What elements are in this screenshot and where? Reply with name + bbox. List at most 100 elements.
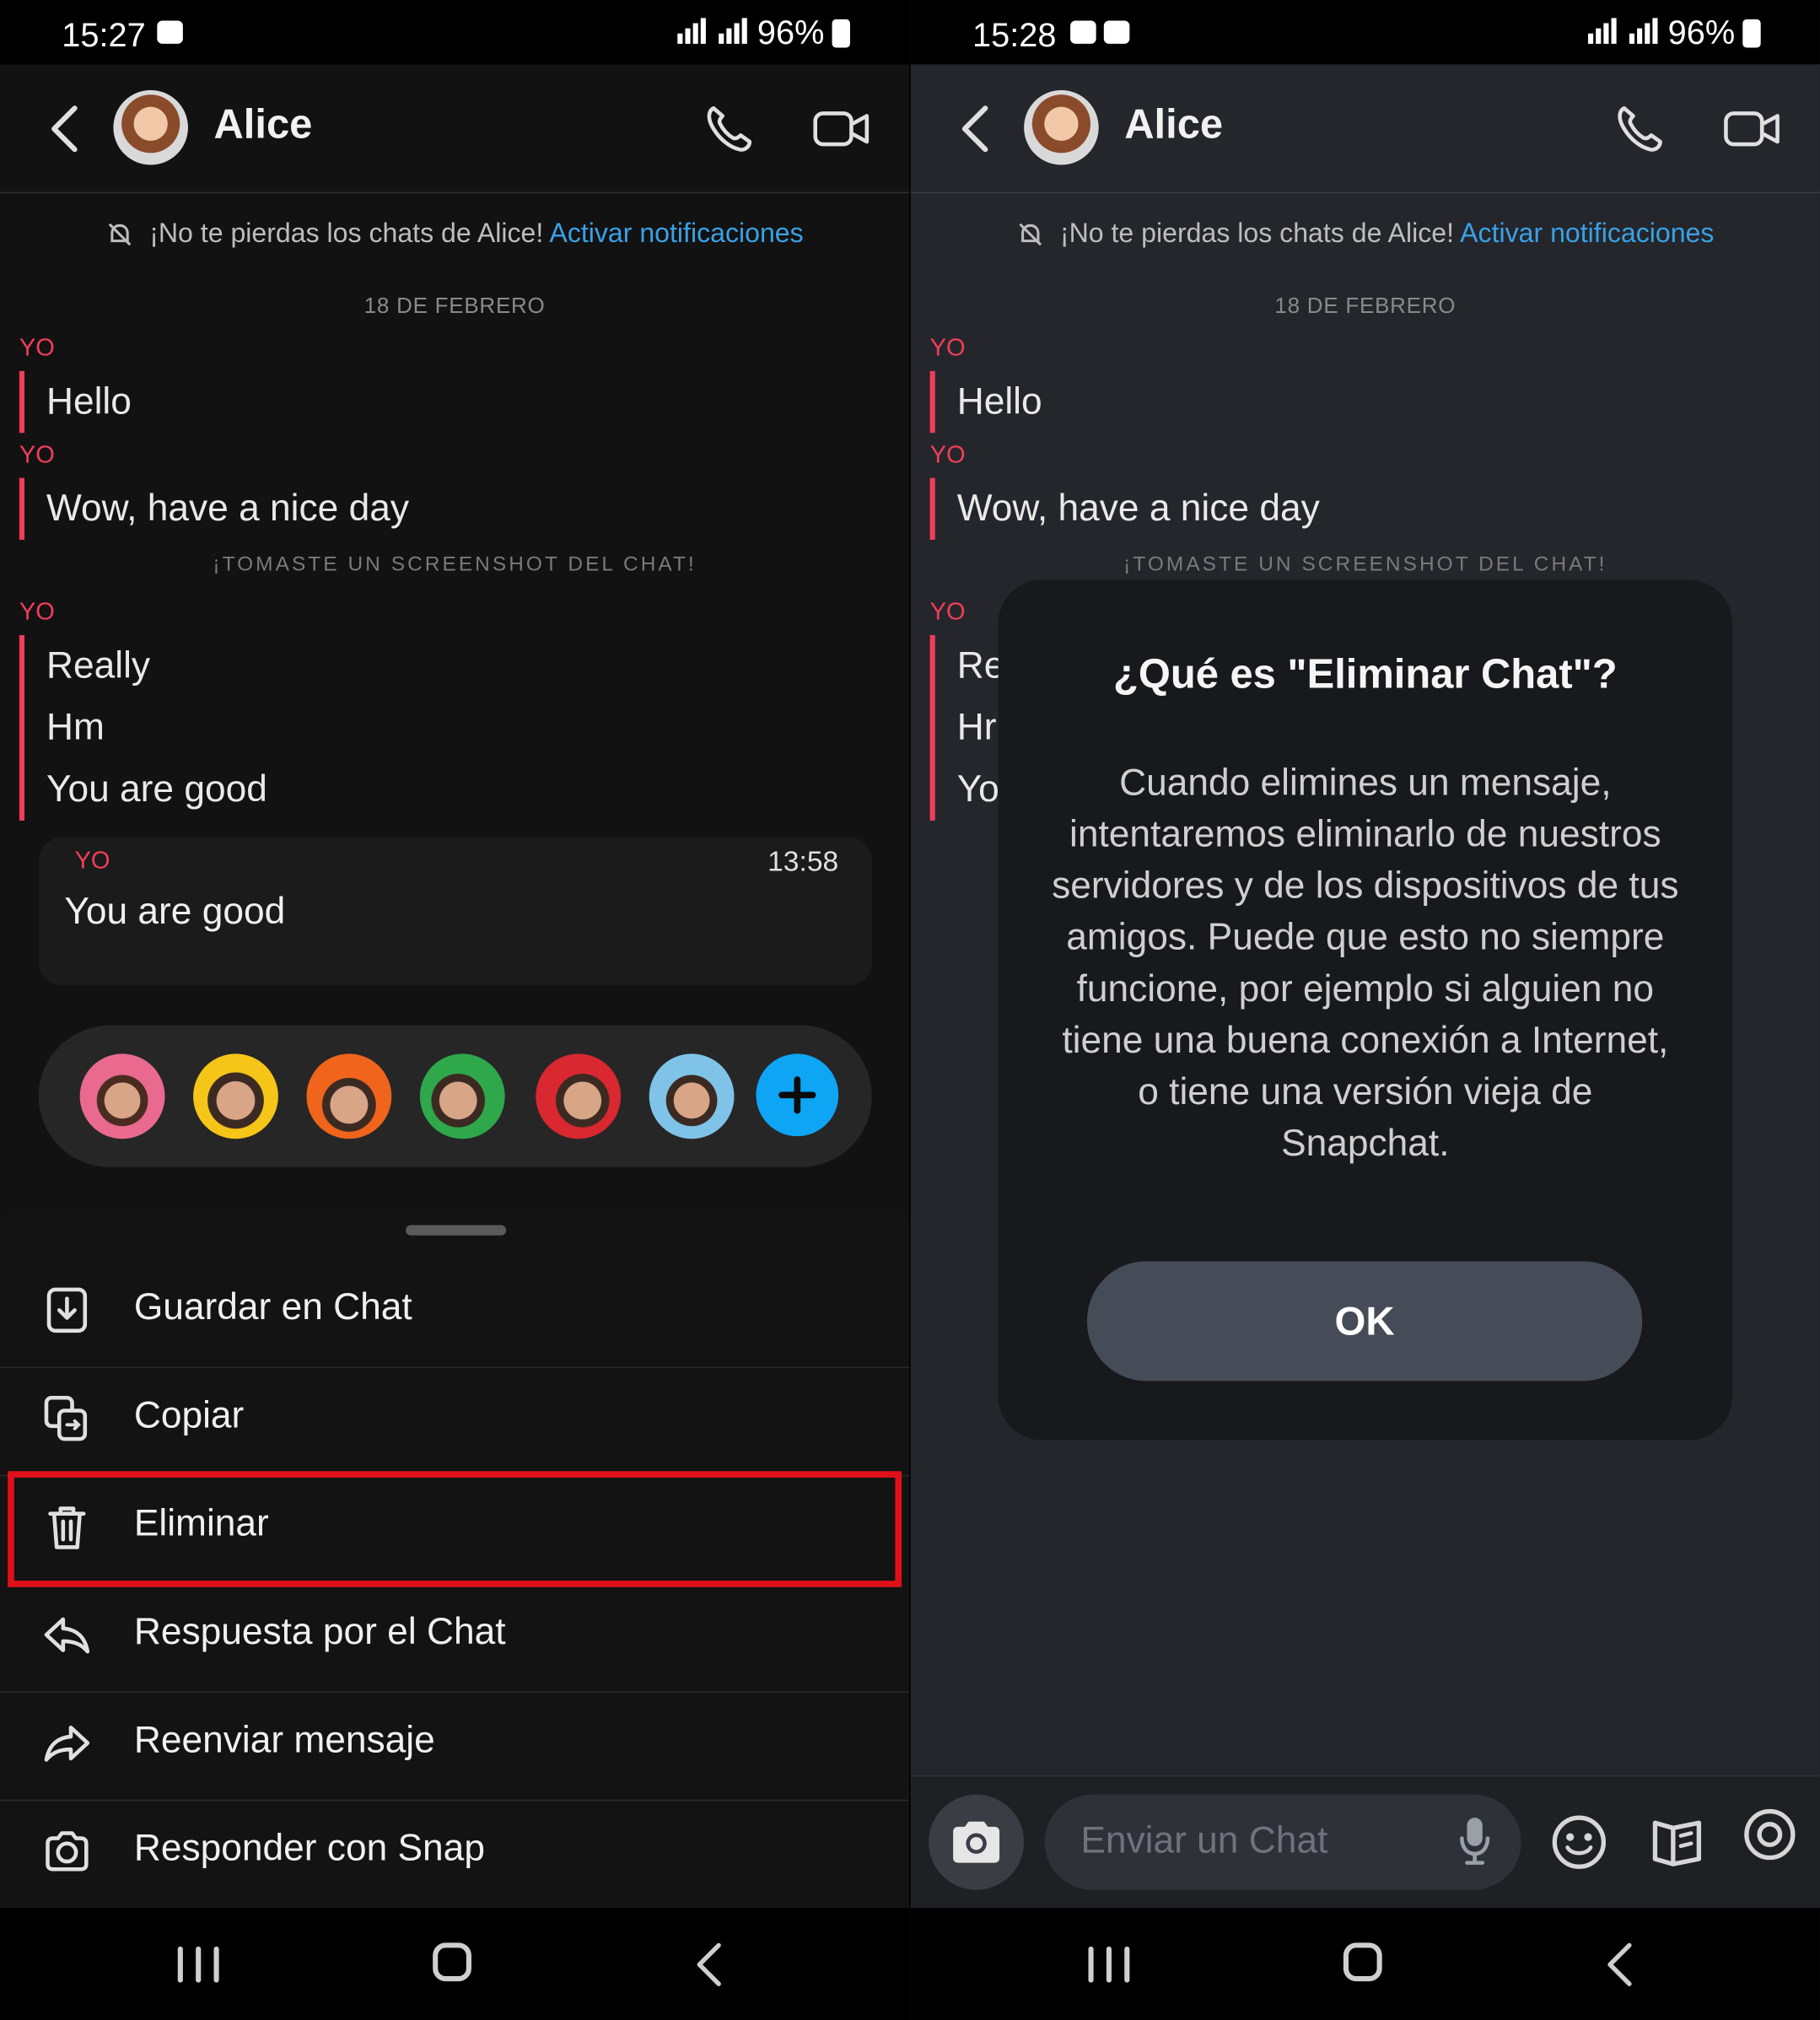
menu-item-label: Guardar en Chat [133, 1286, 412, 1328]
phone-icon[interactable] [1612, 100, 1668, 157]
thumbs-down-reaction-icon[interactable] [536, 1053, 622, 1139]
camera-icon [953, 1821, 1000, 1863]
menu-item-label: Copiar [133, 1395, 245, 1437]
menu-item-reply[interactable]: Respuesta por el Chat [0, 1583, 909, 1691]
avatar[interactable] [1024, 89, 1099, 165]
battery-icon [1742, 19, 1761, 47]
recents-icon[interactable] [177, 1946, 219, 1985]
heart-reaction-icon[interactable] [79, 1053, 165, 1139]
save-in-chat-icon [46, 1287, 88, 1333]
video-call-icon[interactable] [1722, 103, 1781, 154]
bell-off-icon [109, 224, 132, 246]
chat-message[interactable]: Wow, have a nice day [957, 478, 1320, 540]
status-app-icons [1070, 20, 1130, 44]
chat-message[interactable]: You are good [46, 759, 267, 821]
camera-icon [46, 1831, 89, 1872]
menu-item-forward[interactable]: Reenviar mensaje [0, 1691, 909, 1799]
phone-icon[interactable] [701, 100, 757, 157]
video-call-icon[interactable] [811, 103, 870, 154]
signal-icon [677, 13, 750, 52]
status-right: 96% [1587, 13, 1761, 52]
gallery-icon [1070, 20, 1096, 44]
laugh-reaction-icon[interactable] [193, 1053, 278, 1139]
menu-item-label: Responder con Snap [133, 1828, 485, 1870]
delete-info-dialog: ¿Qué es "Eliminar Chat"? Cuando elimines… [998, 579, 1733, 1441]
wear-icon [1103, 20, 1130, 44]
menu-item-label: Reenviar mensaje [133, 1720, 435, 1761]
notification-text: ¡No te pierdas los chats de Alice! [1059, 218, 1454, 249]
enable-notifications-link[interactable]: Activar notificaciones [1460, 219, 1714, 249]
message-group: Hello [19, 370, 132, 434]
chat-message[interactable]: Hm [46, 697, 267, 758]
avatar[interactable] [113, 89, 188, 165]
system-nav-bar [0, 1908, 910, 2020]
location-icon[interactable] [1740, 1807, 1799, 1866]
delete-highlight-box [8, 1471, 902, 1587]
ok-button[interactable]: OK [1086, 1261, 1643, 1382]
system-nav-bar [910, 1908, 1820, 2020]
status-bar: 15:28 96% [910, 0, 1820, 65]
copy-icon [44, 1395, 88, 1441]
signal-icon [1587, 13, 1661, 52]
chat-message[interactable]: Hello [46, 371, 132, 433]
back-arrow-icon[interactable] [950, 100, 1001, 157]
sad-reaction-icon[interactable] [649, 1053, 735, 1139]
message-group: Really Hm You are good [19, 635, 267, 821]
chat-message[interactable]: Hello [957, 371, 1042, 433]
camera-button[interactable] [929, 1794, 1025, 1890]
nav-back-icon[interactable] [1603, 1942, 1634, 1988]
sheet-grabber[interactable] [406, 1225, 507, 1236]
menu-item-reply-snap[interactable]: Responder con Snap [0, 1800, 909, 1908]
emoji-icon[interactable] [1549, 1813, 1608, 1872]
status-bar: 15:27 96% [0, 0, 910, 65]
menu-item-copy[interactable]: Copiar [0, 1367, 909, 1475]
more-reactions-button[interactable] [756, 1053, 839, 1137]
battery-percent: 96% [757, 13, 825, 52]
nav-back-icon[interactable] [693, 1942, 724, 1988]
status-right: 96% [677, 13, 850, 52]
message-group: Wow, have a nice day [19, 477, 409, 540]
home-icon[interactable] [1343, 1942, 1382, 1982]
message-group: Re Hr Yo [929, 635, 1004, 821]
screenshot-notice: ¡TOMASTE UN SCREENSHOT DEL CHAT! [1123, 553, 1607, 576]
notification-banner: ¡No te pierdas los chats de Alice! Activ… [0, 219, 909, 250]
forward-icon [44, 1725, 90, 1762]
message-group: Wow, have a nice day [929, 477, 1320, 540]
right-screen: 15:28 96% Alice ¡No te pierdas los chats… [910, 0, 1820, 2020]
sender-label: YO [929, 441, 966, 469]
notification-banner: ¡No te pierdas los chats de Alice! Activ… [911, 219, 1820, 250]
date-label: 18 DE FEBRERO [1274, 294, 1457, 319]
thumbs-up-reaction-icon[interactable] [419, 1053, 505, 1139]
home-icon[interactable] [433, 1942, 471, 1982]
selected-message-text: You are good [64, 891, 286, 933]
stickers-icon[interactable] [1647, 1813, 1706, 1872]
chat-message[interactable]: Really [46, 635, 267, 697]
dialog-title: ¿Qué es "Eliminar Chat"? [1113, 650, 1618, 698]
chat-input-placeholder: Enviar un Chat [1080, 1820, 1328, 1862]
menu-item-save-in-chat[interactable]: Guardar en Chat [0, 1258, 909, 1366]
reply-icon [44, 1617, 90, 1654]
reaction-bar [38, 1025, 872, 1167]
menu-item-label: Respuesta por el Chat [133, 1611, 506, 1653]
dialog-body: Cuando elimines un mensaje, intentaremos… [1052, 762, 1679, 1165]
contact-name[interactable]: Alice [214, 100, 313, 148]
fire-reaction-icon[interactable] [306, 1053, 392, 1139]
recents-icon[interactable] [1088, 1946, 1130, 1985]
chat-header: Alice [910, 64, 1820, 194]
contact-name[interactable]: Alice [1124, 100, 1223, 148]
status-time: 15:28 [972, 15, 1057, 55]
chat-header: Alice [0, 64, 910, 194]
notification-text: ¡No te pierdas los chats de Alice! [149, 218, 544, 249]
battery-icon [832, 19, 850, 47]
back-arrow-icon[interactable] [39, 100, 90, 157]
sender-label: YO [19, 441, 55, 469]
battery-percent: 96% [1667, 13, 1736, 52]
date-label: 18 DE FEBRERO [363, 294, 546, 319]
status-time: 15:27 [62, 15, 146, 55]
chat-input[interactable]: Enviar un Chat [1044, 1794, 1521, 1890]
screenshot-notice: ¡TOMASTE UN SCREENSHOT DEL CHAT! [213, 553, 697, 576]
microphone-icon[interactable] [1459, 1815, 1490, 1866]
sender-label: YO [929, 335, 966, 363]
chat-message[interactable]: Wow, have a nice day [46, 478, 409, 540]
enable-notifications-link[interactable]: Activar notificaciones [549, 219, 803, 249]
